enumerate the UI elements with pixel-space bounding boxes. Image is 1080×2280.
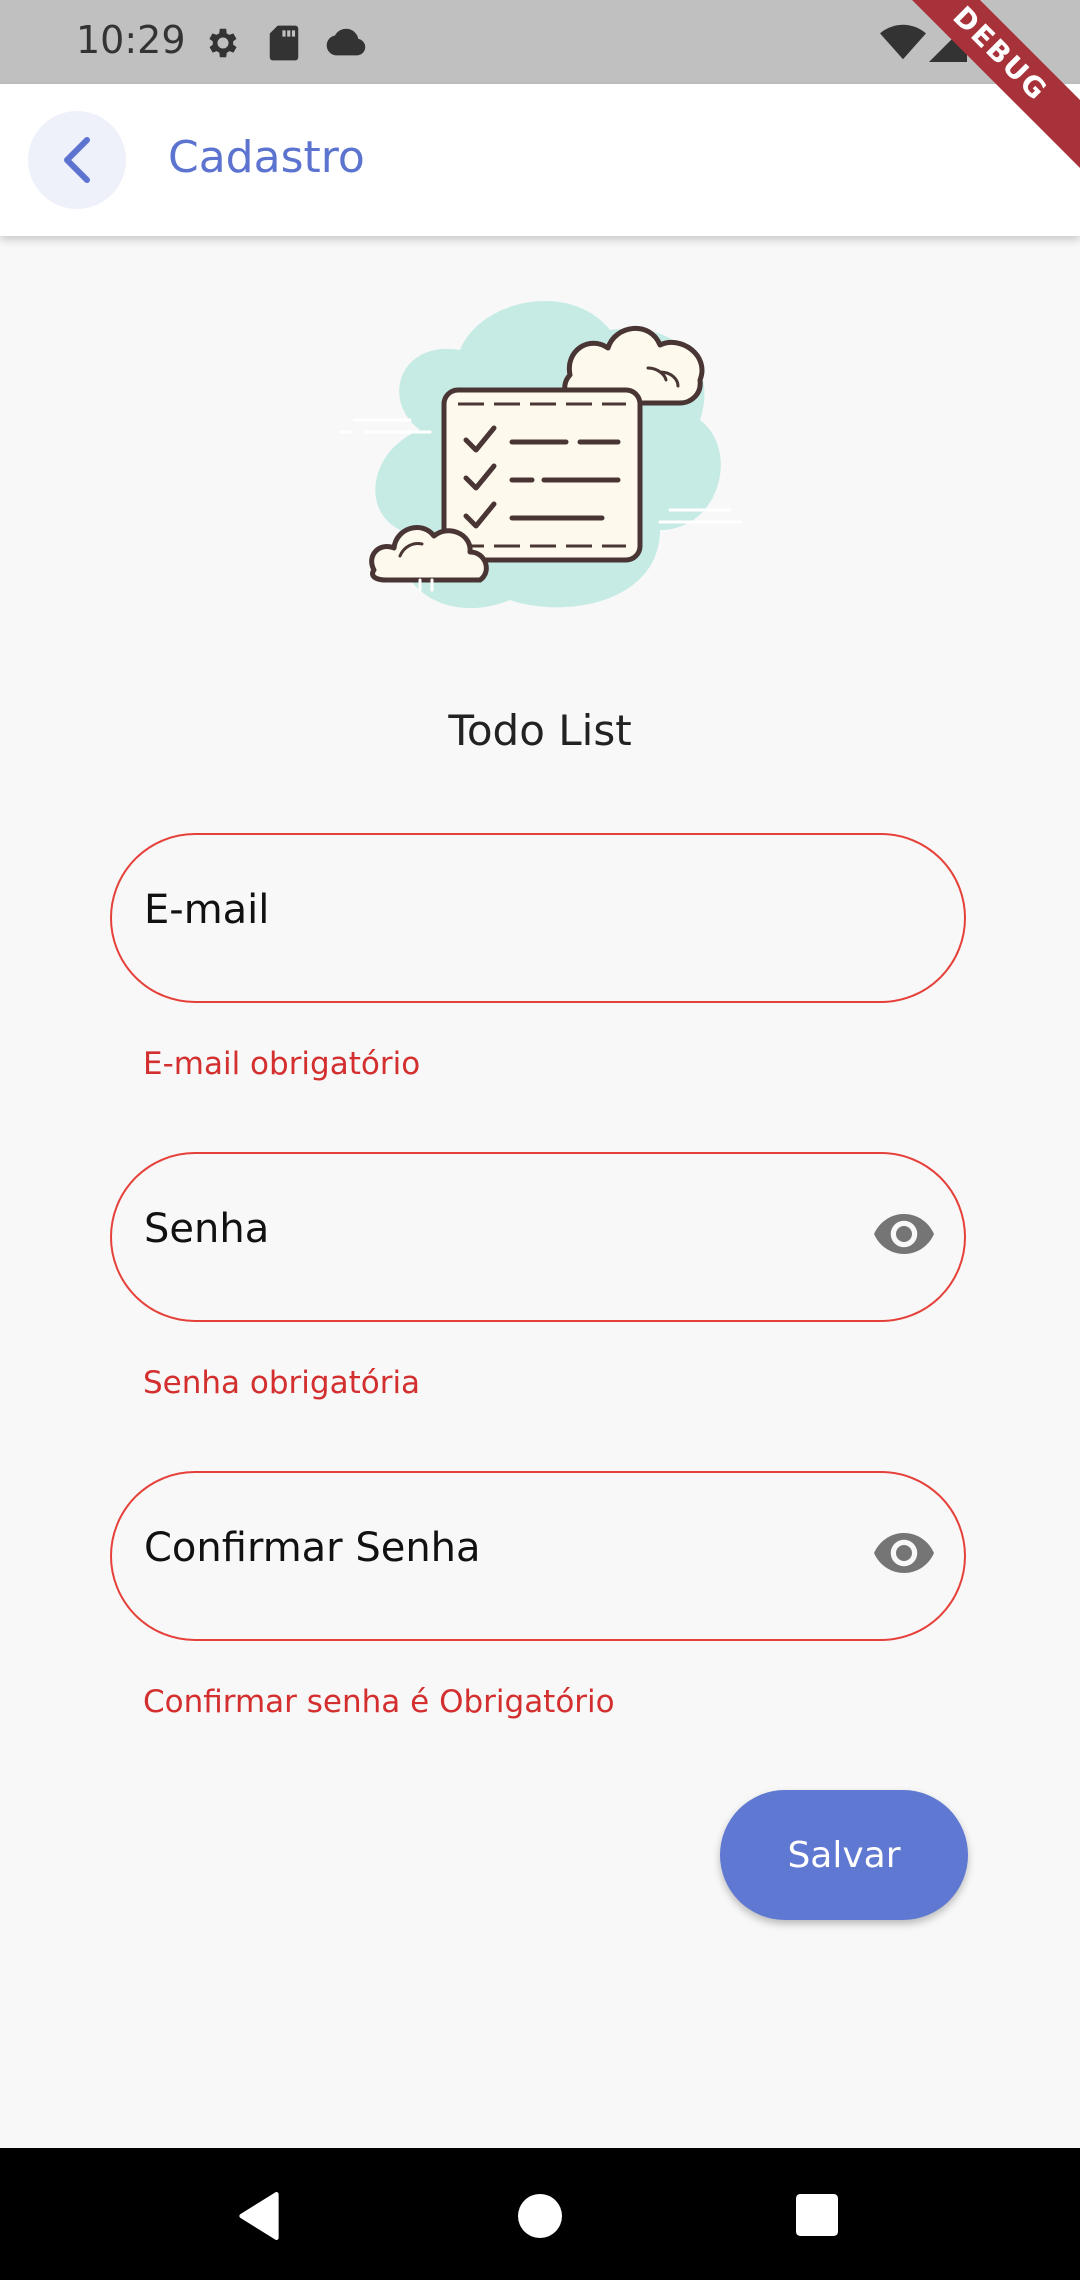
app-bar: Cadastro	[0, 84, 1080, 236]
email-field-label: E-mail	[144, 887, 270, 933]
email-field[interactable]: E-mail	[110, 833, 966, 1003]
back-button[interactable]	[28, 111, 126, 209]
wifi-icon	[880, 24, 926, 60]
password-error: Senha obrigatória	[143, 1365, 421, 1401]
eye-icon[interactable]	[874, 1212, 934, 1256]
recents-square-icon[interactable]	[796, 2194, 838, 2236]
email-error: E-mail obrigatório	[143, 1046, 421, 1082]
confirm-password-error: Confirmar senha é Obrigatório	[143, 1684, 615, 1720]
screen: 10:29 DEBUG Cadastro Todo List E-mail E-…	[0, 0, 1080, 2280]
save-button[interactable]: Salvar	[720, 1790, 968, 1920]
todo-list-illustration	[340, 301, 742, 609]
back-triangle-icon[interactable]	[236, 2192, 282, 2240]
system-nav-bar	[0, 2148, 1080, 2280]
app-name: Todo List	[448, 706, 632, 755]
sd-card-icon	[269, 25, 299, 61]
password-field[interactable]: Senha	[110, 1152, 966, 1322]
status-bar: 10:29	[0, 0, 1080, 84]
home-circle-icon[interactable]	[518, 2194, 562, 2238]
checklist-board	[441, 387, 643, 563]
eye-icon[interactable]	[874, 1531, 934, 1575]
chevron-left-icon	[64, 137, 90, 183]
confirm-password-field[interactable]: Confirmar Senha	[110, 1471, 966, 1641]
confirm-password-field-label: Confirmar Senha	[144, 1525, 481, 1571]
status-time: 10:29	[76, 18, 186, 62]
page-title: Cadastro	[168, 132, 365, 183]
password-field-label: Senha	[144, 1206, 270, 1252]
settings-icon	[209, 28, 237, 58]
cloud-icon	[326, 28, 366, 56]
